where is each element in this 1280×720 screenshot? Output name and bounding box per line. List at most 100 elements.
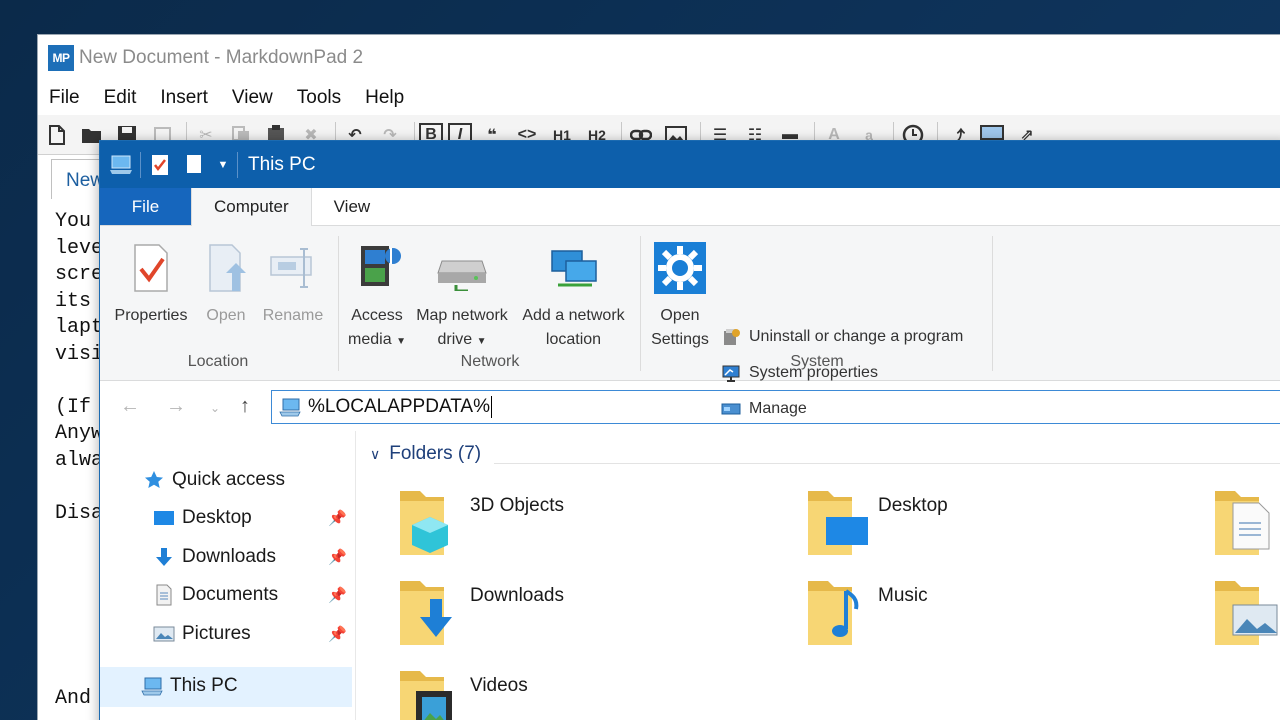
pin-icon[interactable]: 📌 [328,625,347,643]
add-network-location-button[interactable]: Add a network location [516,236,631,352]
ribbon-separator [640,236,641,371]
add-network-location-label-2: location [545,331,602,348]
up-arrow-icon[interactable]: ↑ [240,395,250,418]
folder-desktop[interactable]: Desktop [806,487,948,557]
nav-item-desktop[interactable]: Desktop [152,507,252,529]
dropdown-arrow-icon: ▼ [476,336,487,347]
group-label-location: Location [187,353,249,370]
customize-quick-access-chevron-icon[interactable]: ▼ [211,141,235,188]
group-label-system: System [790,353,844,370]
back-arrow-icon[interactable]: ← [120,395,140,418]
rename-label: Rename [262,307,324,324]
titlebar-separator [237,151,238,178]
menu-view[interactable]: View [232,87,273,109]
ribbon: Properties Open Rename Location Access m… [100,226,1280,417]
downloads-label: Downloads [182,546,276,567]
folder-name: Desktop [878,495,948,516]
tab-view[interactable]: View [312,188,393,225]
folder-name: Videos [470,675,528,696]
open-settings-label: Open [660,307,700,324]
new-document-icon[interactable] [42,121,72,149]
pin-icon[interactable]: 📌 [328,509,347,527]
explorer-titlebar: ▼ This PC [100,141,1280,188]
properties-button[interactable]: Properties [112,236,190,328]
new-folder-quick-icon[interactable] [177,141,211,188]
address-input[interactable]: %LOCALAPPDATA% [308,396,490,418]
uninstall-icon [720,326,742,348]
folder-documents[interactable] [1213,487,1279,557]
nav-item-quick-access[interactable]: Quick access [142,469,285,491]
folder-pictures-icon [1213,577,1279,647]
folder-music[interactable]: Music [806,577,928,647]
add-network-location-icon [516,236,631,300]
open-settings-label-2: Settings [651,331,709,348]
this-pc-icon [140,675,164,697]
folder-name: Downloads [470,585,564,606]
menu-help[interactable]: Help [365,87,404,109]
quick-access-label: Quick access [172,469,285,490]
window-title: New Document - MarkdownPad 2 [79,46,364,68]
map-network-drive-button[interactable]: Map network drive ▼ [412,236,512,354]
menu-bar: File Edit Insert View Tools Help [38,80,1280,115]
tab-file[interactable]: File [100,188,191,225]
menu-file[interactable]: File [49,87,80,109]
recent-locations-chevron-icon[interactable]: ⌄ [210,401,220,415]
folder-videos[interactable]: Videos [398,667,528,720]
open-icon [196,236,256,300]
address-bar[interactable]: %LOCALAPPDATA% [271,390,1280,424]
pictures-label: Pictures [182,623,251,644]
markdownpad-titlebar: MP New Document - MarkdownPad 2 [38,35,1280,80]
navigation-bar: ← → ⌄ ↑ %LOCALAPPDATA% [100,381,1280,433]
folder-videos-icon [398,667,464,720]
pin-icon[interactable]: 📌 [328,548,347,566]
folder-3d-objects[interactable]: 3D Objects [398,487,564,557]
folder-pictures[interactable] [1213,577,1279,647]
documents-icon [152,584,176,606]
folder-documents-icon [1213,487,1279,557]
uninstall-program-button[interactable]: Uninstall or change a program [720,326,963,348]
ribbon-tabs: File Computer View [100,188,1280,226]
menu-tools[interactable]: Tools [297,87,341,109]
folders-group-header[interactable]: ∨ Folders (7) [370,443,481,465]
group-label-network: Network [460,353,520,370]
uninstall-label: Uninstall or change a program [749,328,964,345]
ribbon-group-system: Open Settings Uninstall or change a prog… [642,226,992,417]
rename-button[interactable]: Rename [260,236,326,328]
properties-icon [112,236,190,300]
open-button[interactable]: Open [196,236,256,328]
map-network-drive-label-2: drive ▼ [437,331,487,348]
forward-arrow-icon[interactable]: → [166,395,186,418]
access-media-button[interactable]: Access media ▼ [346,236,408,354]
dropdown-arrow-icon: ▼ [396,336,406,347]
documents-label: Documents [182,584,279,605]
content-pane: ∨ Folders (7) 3D Objects Desktop Downloa… [356,431,1280,720]
desktop-label: Desktop [182,507,252,528]
address-pc-icon [278,397,302,417]
open-label: Open [206,307,246,324]
folder-music-icon [806,577,872,647]
star-icon [142,469,166,491]
this-pc-label: This PC [170,675,238,696]
nav-item-pictures[interactable]: Pictures [152,623,251,645]
nav-item-documents[interactable]: Documents [152,584,278,606]
downloads-arrow-icon [152,546,176,568]
nav-item-downloads[interactable]: Downloads [152,546,276,568]
pin-icon[interactable]: 📌 [328,586,347,604]
access-media-icon [346,236,408,300]
settings-gear-icon [648,236,712,300]
folder-downloads[interactable]: Downloads [398,577,564,647]
menu-edit[interactable]: Edit [104,87,137,109]
rename-icon [260,236,326,300]
ribbon-group-location: Properties Open Rename Location [100,226,336,381]
ribbon-group-network: Access media ▼ Map network drive ▼ Add a… [340,226,640,381]
menu-insert[interactable]: Insert [160,87,208,109]
nav-item-this-pc[interactable]: This PC [140,675,238,697]
open-settings-button[interactable]: Open Settings [648,236,712,352]
tab-computer[interactable]: Computer [191,188,312,226]
folders-header-label: Folders (7) [389,443,482,464]
editor-text[interactable]: You leve scre its lapt visi (If Anyw alw… [55,209,103,713]
properties-quick-icon[interactable] [143,141,177,188]
navigation-pane: Quick access Desktop 📌 Downloads 📌 Docum… [100,431,355,720]
access-media-label-2: media ▼ [348,331,406,348]
text-cursor [490,396,492,418]
